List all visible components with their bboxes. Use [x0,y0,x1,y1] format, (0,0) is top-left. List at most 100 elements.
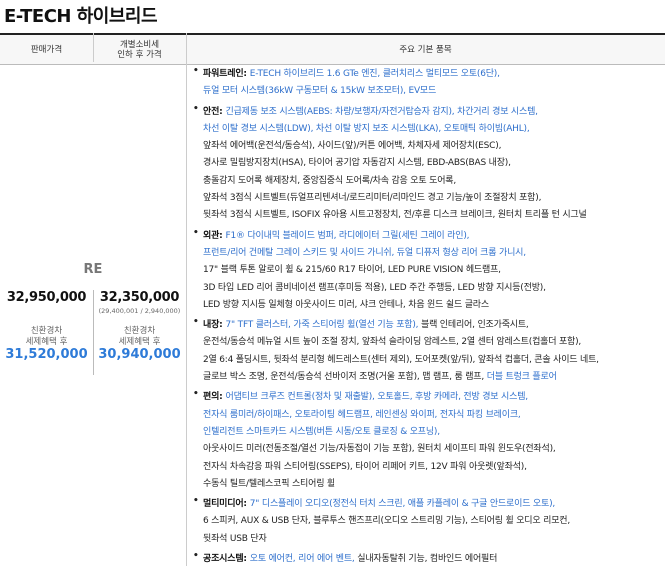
feature-section-label: 파워트레인 [203,69,244,79]
header-divider-1 [93,33,94,62]
feature-highlight-text: 긴급제동 보조 시스템(AEBS: 차량/보행자/자전거탑승자 감지), 차간거… [225,106,539,117]
feature-section: • 멀티미디어: 7" 디스플레이 오디오(정전식 터치 스크린, 애플 카플레이… [193,496,663,548]
feature-highlight-text: 7" 디스플레이 오디오(정전식 터치 스크린, 애플 카플레이 & 구글 안드… [249,499,556,510]
feature-line: 안전: 긴급제동 보조 시스템(AEBS: 차량/보행자/자전거탑승자 감지),… [203,104,663,121]
feature-highlight-text: 7" TFT 클러스터, 가죽 스티어링 휠(열선 기능 포함), [225,320,419,331]
feature-line: 뒷좌석 USB 단자 [203,531,663,548]
feature-text: 앞좌석 에어백(운전석/동승석), 사이드(앞)/커튼 에어백, 차체자세 제어… [203,141,502,152]
feature-line: 3D 타입 LED 리어 콤비네이션 램프(후미등 적용), LED 주간 주행… [203,280,663,297]
feature-line: 편의: 어댑티브 크루즈 컨트롤(정차 및 재출발), 오토홀드, 후방 카메라… [203,389,663,406]
feature-line: LED 방향 지시등 일체형 아웃사이드 미러, 샤크 안테나, 차음 윈드 쉴… [203,297,663,314]
price-row: 32,950,000 32,350,000 (29,400,001 / 2,94… [0,290,186,375]
eco-benefit-after-tax-cell: 친환경차 세제혜택 후 30,940,000 [93,326,186,362]
feature-highlight-text: E-TECH 하이브리드 1.6 GTe 엔진, 클러치리스 멀티모드 오토(6… [249,69,500,79]
feature-section: • 파워트레인: E-TECH 하이브리드 1.6 GTe 엔진, 클러치리스 멀… [193,66,663,101]
feature-highlight-text: F1® 다이내믹 블레이드 범퍼, 라디에이터 그릴(세틴 그레이 라인), [225,230,470,241]
feature-highlight-text: 프런트/리어 건메탈 그레이 스키드 및 사이드 가니쉬, 듀얼 디퓨저 형상 … [203,247,526,258]
feature-section: • 외관: F1® 다이내믹 블레이드 범퍼, 라디에이터 그릴(세틴 그레이 라… [193,228,663,314]
features-list: • 파워트레인: E-TECH 하이브리드 1.6 GTe 엔진, 클러치리스 멀… [193,66,663,568]
feature-text: 뒷좌석 3점식 시트벨트, ISOFIX 유아용 시트고정장치, 전/후륜 디스… [203,210,587,221]
after-tax-price: 32,350,000 [99,290,180,305]
eco-price: 31,520,000 [5,347,88,362]
feature-section: • 안전: 긴급제동 보조 시스템(AEBS: 차량/보행자/자전거탑승자 감지)… [193,104,663,225]
feature-section-label: 외관 [203,230,220,241]
feature-line: 6 스피커, AUX & USB 단자, 블루투스 핸즈프리(오디오 스트리밍 … [203,513,663,530]
feature-line: 앞좌석 에어백(운전석/동승석), 사이드(앞)/커튼 에어백, 차체자세 제어… [203,138,663,155]
eco-label-1: 친환경차 [30,326,63,336]
feature-text: 앞좌석 3점식 시트벨트(듀얼프리텐셔너/로드리미터/리마인드 경고 기능/높이… [203,193,542,204]
feature-highlight-text: 듀얼 모터 시스템(36kW 구동모터 & 15kW 보조모터), EV모드 [203,86,437,97]
feature-text: 운전석/동승석 메뉴얼 시트 높이 조절 장치, 앞좌석 슬라이딩 암레스트, … [203,337,582,348]
header-features: 주요 기본 품목 [186,35,665,64]
header-tax-price-line2: 인하 후 가격 [117,49,162,60]
feature-line: 전자식 룸미러/하이패스, 오토라이팅 헤드램프, 레인센싱 와이퍼, 전자식 … [203,407,663,424]
bullet-icon: • [193,551,199,562]
feature-line: 글로브 박스 조명, 운전석/동승석 선바이저 조명(거울 포함), 맵 램프,… [203,369,663,386]
feature-line: 인텔리전트 스마트카드 시스템(버튼 시동/오토 클로징 & 오프닝), [203,424,663,441]
header-sale-price-label: 판매가격 [30,44,63,55]
feature-line: 아웃사이드 미러(전동조절/열선 기능/자동접이 기능 포함), 원터치 세이프… [203,441,663,458]
feature-line: 외관: F1® 다이내믹 블레이드 범퍼, 라디에이터 그릴(세틴 그레이 라인… [203,228,663,245]
feature-text: 17" 블랙 투톤 알로이 휠 & 215/60 R17 타이어, LED PU… [203,265,501,276]
feature-text: 글로브 박스 조명, 운전석/동승석 선바이저 조명(거울 포함), 맵 램프,… [203,372,485,383]
feature-text: 실내자동탈취 기능, 컴바인드 에어필터 [354,554,498,565]
feature-highlight-text: 인텔리전트 스마트카드 시스템(버튼 시동/오토 클로징 & 오프닝), [203,426,440,437]
feature-text: 충돌감지 도어록 해제장치, 중앙집중식 도어록/차속 감응 오토 도어록, [203,175,457,186]
feature-line: 공조시스템: 오토 에어컨, 리어 에어 벤트, 실내자동탈취 기능, 컴바인드… [203,551,663,568]
feature-highlight-text: 어댑티브 크루즈 컨트롤(정차 및 재출발), 오토홀드, 후방 카메라, 전방… [225,392,529,403]
eco-benefit-cell: 친환경차 세제혜택 후 31,520,000 [0,326,93,362]
feature-text: 아웃사이드 미러(전동조절/열선 기능/자동접이 기능 포함), 원터치 세이프… [203,444,556,455]
feature-line: 운전석/동승석 메뉴얼 시트 높이 조절 장치, 앞좌석 슬라이딩 암레스트, … [203,334,663,351]
column-divider [186,33,187,566]
feature-highlight-text: 오토 에어컨, 리어 에어 벤트, [249,554,355,565]
feature-line: 2열 6:4 폴딩시트, 뒷좌석 분리형 헤드레스트(센터 제외), 도어포켓(… [203,352,663,369]
feature-section-label: 안전 [203,106,220,117]
feature-section-label: 내장 [203,320,220,331]
sale-price-cell: 32,950,000 [0,290,93,305]
header-tax-price: 개별소비세 인하 후 가격 [93,35,186,64]
feature-line: 차선 이탈 경보 시스템(LDW), 차선 이탈 방지 보조 시스템(LKA),… [203,121,663,138]
feature-text: LED 방향 지시등 일체형 아웃사이드 미러, 샤크 안테나, 차음 윈드 쉴… [203,299,489,310]
feature-text: 2열 6:4 폴딩시트, 뒷좌석 분리형 헤드레스트(센터 제외), 도어포켓(… [203,354,599,365]
bullet-icon: • [193,317,199,328]
feature-text: 전자식 차속감응 파워 스티어링(SSEPS), 타이어 리페어 키트, 12V… [203,461,527,472]
feature-text: 경사로 밀림방지장치(HSA), 타이어 공기압 자동감지 시스템, EBD-A… [203,158,511,169]
feature-line: 파워트레인: E-TECH 하이브리드 1.6 GTe 엔진, 클러치리스 멀티… [203,66,663,83]
bullet-icon: • [193,103,199,114]
bullet-icon: • [193,496,199,507]
eco-price-after-tax: 30,940,000 [98,347,181,362]
feature-section: • 공조시스템: 오토 에어컨, 리어 에어 벤트, 실내자동탈취 기능, 컴바인… [193,551,663,568]
feature-section: • 편의: 어댑티브 크루즈 컨트롤(정차 및 재출발), 오토홀드, 후방 카메… [193,389,663,493]
feature-line: 앞좌석 3점식 시트벨트(듀얼프리텐셔너/로드리미터/리마인드 경고 기능/높이… [203,190,663,207]
header-sale-price: 판매가격 [0,35,93,64]
feature-section-label: 멀티미디어 [203,499,244,510]
feature-highlight-text: 전자식 룸미러/하이패스, 오토라이팅 헤드램프, 레인센싱 와이퍼, 전자식 … [203,409,521,420]
feature-text: 블랙 인테리어, 인조가죽시트, [418,320,529,331]
feature-line: 내장: 7" TFT 클러스터, 가죽 스티어링 휠(열선 기능 포함), 블랙… [203,317,663,334]
feature-text: 뒷좌석 USB 단자 [203,533,267,544]
feature-line: 뒷좌석 3점식 시트벨트, ISOFIX 유아용 시트고정장치, 전/후륜 디스… [203,207,663,224]
page-title: E-TECH 하이브리드 [4,6,158,27]
bullet-icon: • [193,227,199,238]
feature-line: 17" 블랙 투톤 알로이 휠 & 215/60 R17 타이어, LED PU… [203,262,663,279]
feature-highlight-text: 더블 트렁크 플로어 [484,372,557,383]
header-features-label: 주요 기본 품목 [399,44,452,55]
feature-highlight-text: 차선 이탈 경보 시스템(LDW), 차선 이탈 방지 보조 시스템(LKA),… [203,123,530,134]
feature-line: 멀티미디어: 7" 디스플레이 오디오(정전식 터치 스크린, 애플 카플레이 … [203,496,663,513]
trim-name: RE [83,262,103,277]
tax-detail: (29,400,001 / 2,940,000) [98,307,181,315]
after-tax-price-cell: 32,350,000 (29,400,001 / 2,940,000) [93,290,186,315]
feature-text: 3D 타입 LED 리어 콤비네이션 램프(후미등 적용), LED 주간 주행… [203,282,546,293]
feature-text: 수동식 틸트/텔레스코픽 스티어링 휠 [203,478,336,489]
bullet-icon: • [193,66,199,76]
table-header: 판매가격 개별소비세 인하 후 가격 주요 기본 품목 [0,33,665,65]
bullet-icon: • [193,389,199,400]
eco-label-3: 친환경차 [123,326,156,336]
feature-line: 충돌감지 도어록 해제장치, 중앙집중식 도어록/차속 감응 오토 도어록, [203,173,663,190]
feature-line: 프런트/리어 건메탈 그레이 스키드 및 사이드 가니쉬, 듀얼 디퓨저 형상 … [203,245,663,262]
feature-line: 경사로 밀림방지장치(HSA), 타이어 공기압 자동감지 시스템, EBD-A… [203,155,663,172]
feature-line: 듀얼 모터 시스템(36kW 구동모터 & 15kW 보조모터), EV모드 [203,83,663,100]
feature-text: 6 스피커, AUX & USB 단자, 블루투스 핸즈프리(오디오 스트리밍 … [203,516,571,527]
feature-line: 수동식 틸트/텔레스코픽 스티어링 휠 [203,476,663,493]
header-tax-price-line1: 개별소비세 [119,39,160,50]
